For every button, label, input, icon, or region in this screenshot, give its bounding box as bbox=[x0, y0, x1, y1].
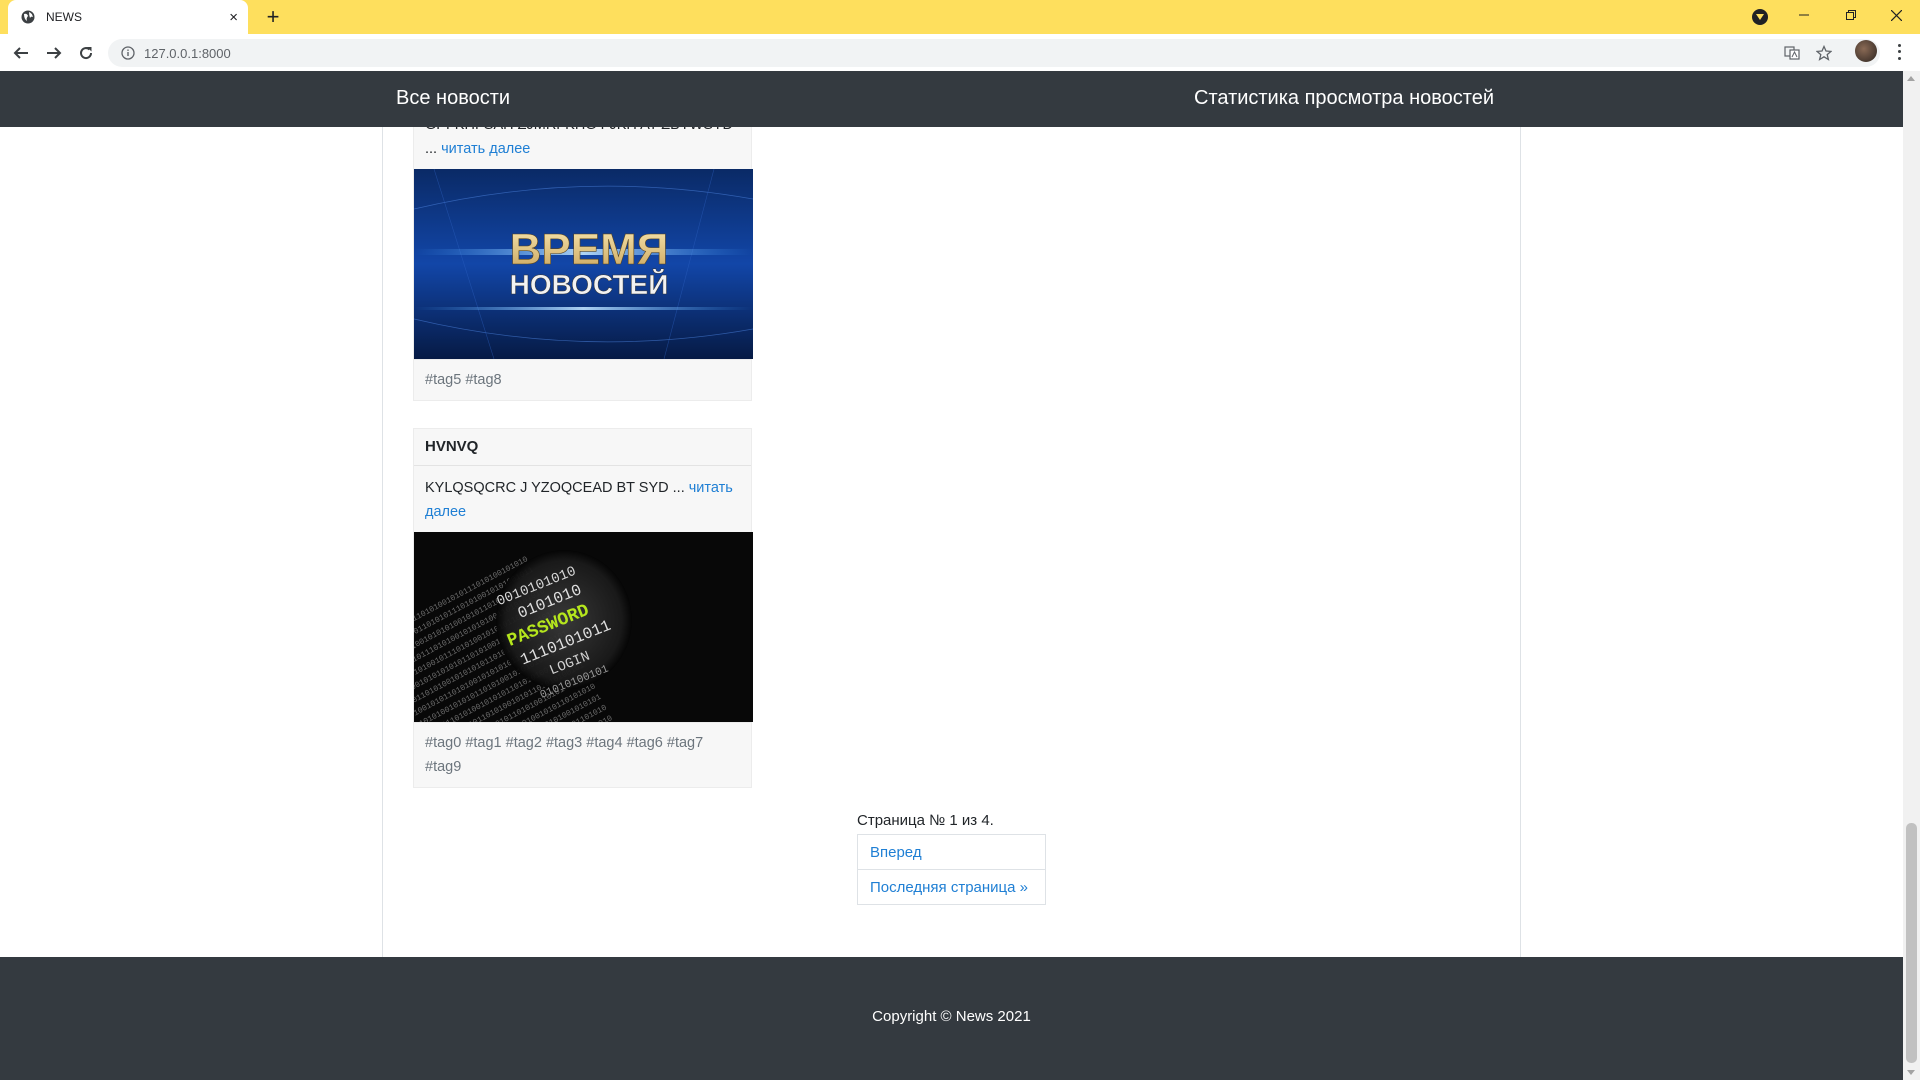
site-footer: Copyright © News 2021 bbox=[0, 957, 1903, 1080]
copyright-text: Copyright © News 2021 bbox=[872, 1008, 1031, 1025]
browser-tab[interactable]: NEWS × bbox=[8, 0, 248, 34]
news-card-text: KYLQSQCRC J YZOQCEAD BT SYD ... bbox=[425, 480, 685, 496]
news-image-line2: НОВОСТЕЙ bbox=[510, 268, 669, 300]
tab-close-icon[interactable]: × bbox=[229, 10, 238, 25]
nav-stats-link[interactable]: Статистика просмотра новостей bbox=[1194, 87, 1494, 110]
news-card-tags: #tag0 #tag1 #tag2 #tag3 #tag4 #tag6 #tag… bbox=[414, 722, 751, 787]
globe-icon bbox=[20, 9, 36, 25]
address-bar[interactable]: 127.0.0.1:8000 bbox=[108, 39, 1880, 67]
pagination: Страница № 1 из 4. Вперед Последняя стра… bbox=[857, 810, 1046, 905]
scroll-down-icon[interactable] bbox=[1907, 1070, 1915, 1075]
page-viewport: GPFKHFSAH ZJMRFKHG FJKH AT ZBYWSYD ... ч… bbox=[0, 71, 1903, 1080]
browser-menu-icon[interactable] bbox=[1892, 42, 1906, 62]
reload-icon[interactable] bbox=[76, 43, 96, 63]
page-scrollbar[interactable] bbox=[1903, 71, 1920, 1080]
close-window-icon[interactable] bbox=[1874, 0, 1918, 30]
read-more-link[interactable]: читать далее bbox=[441, 141, 530, 157]
scroll-up-icon[interactable] bbox=[1907, 76, 1915, 81]
new-tab-button[interactable]: + bbox=[262, 6, 284, 28]
news-card-tags: #tag5 #tag8 bbox=[414, 359, 751, 400]
last-page-link[interactable]: Последняя страница » bbox=[857, 869, 1046, 905]
news-card-title: HVNVQ bbox=[414, 429, 751, 466]
news-image-line1: ВРЕМЯ bbox=[510, 225, 669, 274]
profile-avatar[interactable] bbox=[1855, 40, 1877, 62]
url-text: 127.0.0.1:8000 bbox=[144, 45, 231, 61]
back-icon[interactable] bbox=[11, 43, 31, 63]
tab-search-icon[interactable] bbox=[1752, 9, 1768, 25]
bookmark-star-icon[interactable] bbox=[1816, 45, 1832, 61]
site-navbar: Все новости Статистика просмотра новосте… bbox=[0, 71, 1903, 127]
restore-icon[interactable] bbox=[1829, 0, 1873, 30]
page-info: Страница № 1 из 4. bbox=[857, 812, 994, 829]
browser-toolbar: 127.0.0.1:8000 bbox=[0, 34, 1920, 72]
tab-title: NEWS bbox=[46, 10, 82, 24]
translate-icon[interactable] bbox=[1784, 45, 1800, 61]
info-icon[interactable] bbox=[120, 45, 136, 61]
browser-tabstrip: NEWS × + bbox=[0, 0, 1920, 34]
news-card-body: KYLQSQCRC J YZOQCEAD BT SYD ... читать д… bbox=[414, 466, 751, 532]
news-image: 0101100101010110101001010111010100101010… bbox=[414, 532, 753, 722]
news-image: ВРЕМЯ НОВОСТЕЙ bbox=[414, 169, 753, 359]
nav-all-news-link[interactable]: Все новости bbox=[396, 87, 510, 110]
next-page-link[interactable]: Вперед bbox=[857, 834, 1046, 870]
minimize-icon[interactable] bbox=[1782, 0, 1826, 30]
forward-icon[interactable] bbox=[44, 43, 64, 63]
scrollbar-thumb[interactable] bbox=[1906, 823, 1917, 1063]
news-card: HVNVQ KYLQSQCRC J YZOQCEAD BT SYD ... чи… bbox=[413, 428, 753, 788]
